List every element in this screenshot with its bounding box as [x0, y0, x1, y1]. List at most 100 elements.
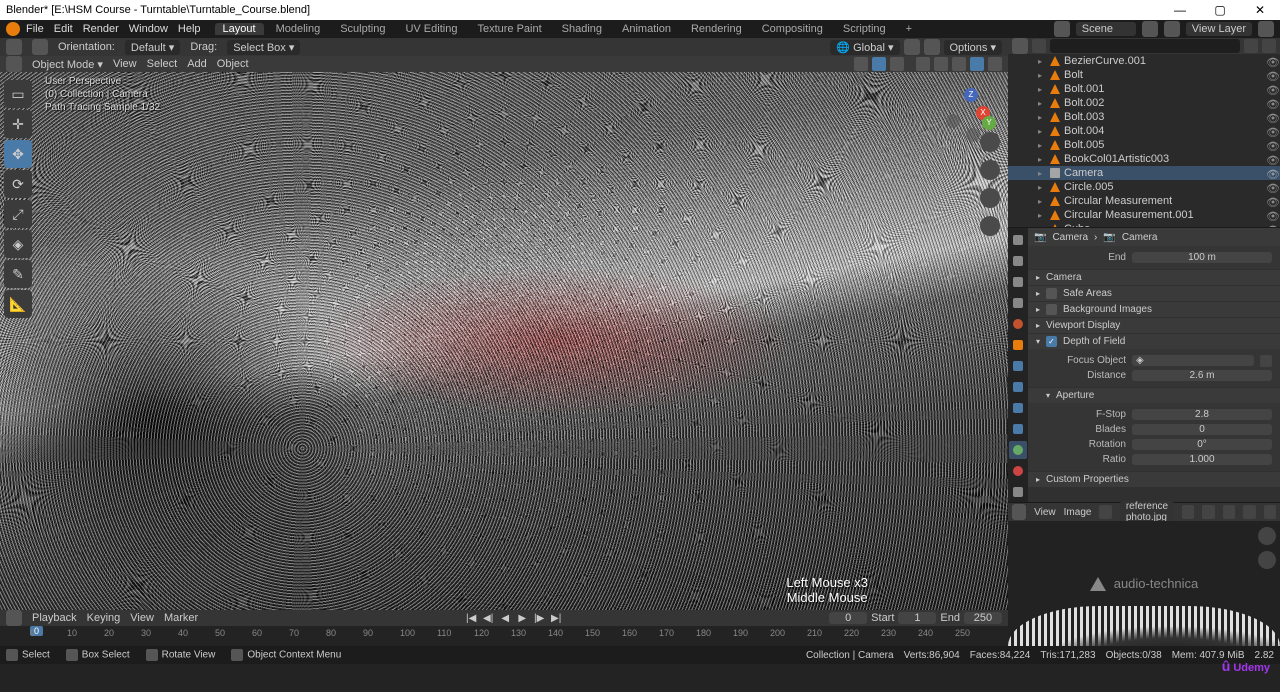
- tl-view[interactable]: View: [130, 612, 154, 624]
- tool-transform[interactable]: ◈: [4, 230, 32, 258]
- viewlayer-name-input[interactable]: View Layer: [1186, 22, 1252, 36]
- visibility-icon[interactable]: 👁: [1266, 98, 1276, 108]
- shading-solid-icon[interactable]: [934, 57, 948, 71]
- img-zoom-icon[interactable]: [1258, 527, 1276, 545]
- prev-key-icon[interactable]: ◀|: [481, 613, 495, 624]
- camera-view-icon[interactable]: [980, 188, 1000, 208]
- pan-icon[interactable]: [980, 160, 1000, 180]
- img-ref-name[interactable]: reference photo.jpg: [1120, 501, 1174, 523]
- prop-particle-icon[interactable]: [1009, 378, 1027, 396]
- outliner-new-coll-icon[interactable]: [1262, 39, 1276, 53]
- shading-wireframe-icon[interactable]: [916, 57, 930, 71]
- outliner-item[interactable]: ▸Bolt👁: [1008, 68, 1280, 82]
- outliner-item[interactable]: ▸Circle.005👁: [1008, 180, 1280, 194]
- panel-bg-images[interactable]: ▸Background Images: [1028, 302, 1280, 317]
- outliner-item[interactable]: ▸Bolt.001👁: [1008, 82, 1280, 96]
- blades-value[interactable]: 0: [1132, 424, 1272, 435]
- tab-rendering[interactable]: Rendering: [683, 23, 750, 35]
- vp-menu-select[interactable]: Select: [147, 58, 178, 70]
- outliner-item[interactable]: ▸Cube👁: [1008, 222, 1280, 227]
- tl-playback[interactable]: Playback: [32, 612, 77, 624]
- shading-rendered-icon[interactable]: [970, 57, 984, 71]
- tab-add[interactable]: +: [898, 23, 920, 35]
- tab-layout[interactable]: Layout: [215, 23, 264, 35]
- tab-scripting[interactable]: Scripting: [835, 23, 894, 35]
- crumb-obj[interactable]: Camera: [1052, 232, 1088, 243]
- visibility-icon[interactable]: 👁: [1266, 154, 1276, 164]
- visibility-icon[interactable]: 👁: [1266, 84, 1276, 94]
- outliner-item[interactable]: ▸Bolt.002👁: [1008, 96, 1280, 110]
- visibility-icon[interactable]: 👁: [1266, 140, 1276, 150]
- maximize-button[interactable]: ▢: [1206, 3, 1234, 17]
- visibility-icon[interactable]: 👁: [1266, 210, 1276, 220]
- tool-move[interactable]: ✥: [4, 140, 32, 168]
- crumb-data[interactable]: Camera: [1122, 232, 1158, 243]
- tab-modeling[interactable]: Modeling: [268, 23, 329, 35]
- outliner-item[interactable]: ▸BezierCurve.001👁: [1008, 54, 1280, 68]
- jump-start-icon[interactable]: |◀: [464, 613, 478, 624]
- img-browse-icon[interactable]: [1182, 505, 1194, 519]
- jump-end-icon[interactable]: ▶|: [549, 613, 563, 624]
- menu-help[interactable]: Help: [178, 23, 201, 35]
- tl-keying[interactable]: Keying: [87, 612, 121, 624]
- clip-end-value[interactable]: 100 m: [1132, 252, 1272, 263]
- img-link-icon[interactable]: [1099, 505, 1111, 519]
- tl-marker[interactable]: Marker: [164, 612, 198, 624]
- image-viewer[interactable]: audio-technica: [1008, 521, 1280, 646]
- scene-name-input[interactable]: Scene: [1076, 22, 1136, 36]
- visibility-icon[interactable]: 👁: [1266, 56, 1276, 66]
- gizmo-toggle-icon[interactable]: [854, 57, 868, 71]
- viewlayer-icon[interactable]: [1164, 21, 1180, 37]
- menu-window[interactable]: Window: [129, 23, 168, 35]
- visibility-icon[interactable]: 👁: [1266, 168, 1276, 178]
- prop-constraint-icon[interactable]: [1009, 420, 1027, 438]
- proportional-icon[interactable]: [924, 39, 940, 55]
- move-tool-icon[interactable]: [32, 39, 48, 55]
- drag-dropdown[interactable]: Select Box ▾: [227, 40, 300, 55]
- tab-texpaint[interactable]: Texture Paint: [469, 23, 549, 35]
- start-frame[interactable]: 1: [898, 612, 936, 624]
- prop-texture-icon[interactable]: [1009, 483, 1027, 501]
- viewport-3d[interactable]: User Perspective (0) Collection | Camera…: [0, 72, 1008, 610]
- close-button[interactable]: ✕: [1246, 3, 1274, 17]
- tool-rotate[interactable]: ⟳: [4, 170, 32, 198]
- img-menu-view[interactable]: View: [1034, 507, 1056, 518]
- tool-cursor[interactable]: ✛: [4, 110, 32, 138]
- tool-measure[interactable]: 📐: [4, 290, 32, 318]
- tool-scale[interactable]: ⤢: [4, 200, 32, 228]
- play-rev-icon[interactable]: ◀: [498, 613, 512, 624]
- panel-camera[interactable]: ▸Camera: [1028, 270, 1280, 285]
- focus-obj-picker[interactable]: ◈: [1132, 355, 1254, 366]
- panel-aperture[interactable]: ▾Aperture: [1028, 388, 1280, 403]
- outliner-item[interactable]: ▸Camera👁: [1008, 166, 1280, 180]
- timeline-ruler[interactable]: 0 01020304050607080901001101201301401501…: [0, 626, 1008, 646]
- bg-images-checkbox[interactable]: [1046, 304, 1057, 315]
- prop-viewlayer-icon[interactable]: [1009, 273, 1027, 291]
- current-frame[interactable]: 0: [829, 612, 867, 624]
- rotation-value[interactable]: 0°: [1132, 439, 1272, 450]
- outliner-item[interactable]: ▸BookCol01Artistic003👁: [1008, 152, 1280, 166]
- prop-material-icon[interactable]: [1009, 462, 1027, 480]
- visibility-icon[interactable]: 👁: [1266, 224, 1276, 227]
- transform-space-dropdown[interactable]: 🌐 Global ▾: [830, 40, 899, 55]
- dof-checkbox[interactable]: ✓: [1046, 336, 1057, 347]
- fstop-value[interactable]: 2.8: [1132, 409, 1272, 420]
- prop-scene-icon[interactable]: [1009, 294, 1027, 312]
- timeline-editor-icon[interactable]: [6, 610, 22, 626]
- img-menu-image[interactable]: Image: [1064, 507, 1092, 518]
- visibility-icon[interactable]: 👁: [1266, 70, 1276, 80]
- menu-render[interactable]: Render: [83, 23, 119, 35]
- play-icon[interactable]: ▶: [515, 613, 529, 624]
- visibility-icon[interactable]: 👁: [1266, 126, 1276, 136]
- prop-output-icon[interactable]: [1009, 252, 1027, 270]
- scene-icon[interactable]: [1054, 21, 1070, 37]
- outliner-item[interactable]: ▸Circular Measurement👁: [1008, 194, 1280, 208]
- end-frame[interactable]: 250: [964, 612, 1002, 624]
- tool-annotate[interactable]: ✎: [4, 260, 32, 288]
- outliner-item[interactable]: ▸Circular Measurement.001👁: [1008, 208, 1280, 222]
- panel-dof[interactable]: ▾✓Depth of Field: [1028, 334, 1280, 349]
- tool-select-box[interactable]: ▭: [4, 80, 32, 108]
- options-dropdown[interactable]: Options ▾: [944, 40, 1003, 55]
- overlay-toggle-icon[interactable]: [872, 57, 886, 71]
- menu-edit[interactable]: Edit: [54, 23, 73, 35]
